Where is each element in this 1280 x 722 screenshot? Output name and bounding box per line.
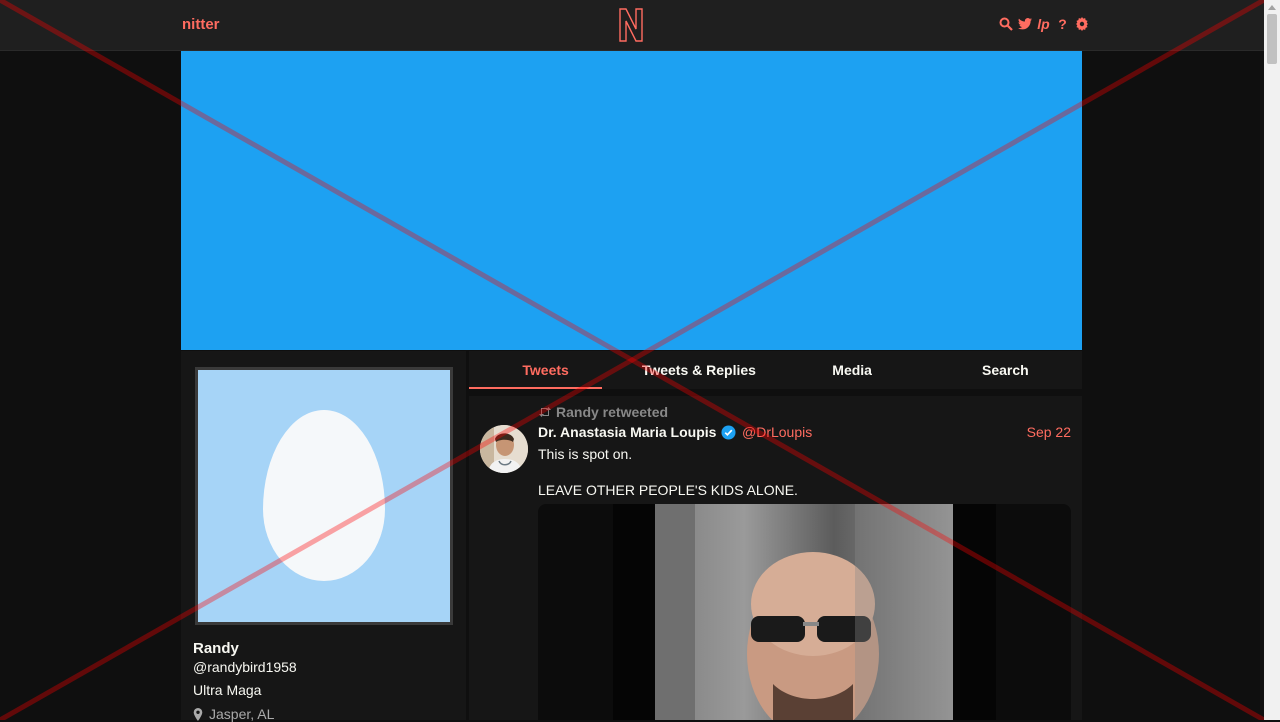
tab-tweets[interactable]: Tweets (469, 351, 622, 389)
tab-tweets-and-replies[interactable]: Tweets & Replies (622, 351, 775, 389)
search-icon[interactable] (998, 16, 1013, 32)
nitter-logo-icon[interactable] (617, 7, 645, 43)
retweet-header-text[interactable]: Randy retweeted (556, 404, 668, 420)
gear-icon[interactable] (1074, 16, 1089, 32)
location-pin-icon (193, 707, 203, 721)
timeline: Randy retweeted Dr. Anastasia Maria Loup… (469, 396, 1082, 720)
profile-fullname: Randy (193, 640, 239, 657)
profile-avatar[interactable] (198, 370, 450, 622)
default-egg-avatar-icon (263, 410, 385, 581)
lp-icon[interactable]: lp (1036, 16, 1051, 32)
scroll-up-icon[interactable] (1264, 0, 1280, 14)
navbar: nitter lp ? (0, 0, 1264, 51)
profile-username[interactable]: @randybird1958 (193, 659, 297, 675)
profile-bio: Ultra Maga (193, 682, 262, 698)
tweet-author-name-text[interactable]: Dr. Anastasia Maria Loupis (538, 424, 716, 440)
brand-link[interactable]: nitter (182, 16, 220, 33)
scroll-thumb[interactable] (1267, 14, 1277, 64)
tweet-media[interactable] (538, 504, 1071, 720)
retweet-header: Randy retweeted (538, 404, 668, 420)
verified-badge-icon (721, 424, 736, 440)
tweet-author-username[interactable]: @DrLoupis (742, 424, 812, 440)
tweet-author-avatar[interactable] (480, 425, 528, 473)
profile-avatar-frame[interactable] (195, 367, 453, 625)
retweet-icon (539, 407, 551, 417)
nav-icons: lp ? (998, 16, 1089, 32)
tweet-date[interactable]: Sep 22 (1027, 424, 1071, 440)
tweet-author-fullname[interactable]: Dr. Anastasia Maria Loupis (538, 424, 736, 440)
help-icon[interactable]: ? (1055, 16, 1070, 32)
tweet-text-line: LEAVE OTHER PEOPLE'S KIDS ALONE. (538, 482, 798, 498)
tab-search[interactable]: Search (929, 351, 1082, 389)
video-frame (655, 504, 953, 720)
tab-media[interactable]: Media (776, 351, 929, 389)
video-thumbnail (655, 504, 953, 720)
tweet-text-line: This is spot on. (538, 446, 633, 462)
tweet-video[interactable] (613, 504, 996, 720)
profile-card: Randy @randybird1958 Ultra Maga Jasper, … (181, 351, 466, 722)
scrollbar[interactable] (1264, 0, 1280, 720)
twitter-bird-icon[interactable] (1017, 16, 1032, 32)
timeline-tabs: Tweets Tweets & Replies Media Search (469, 351, 1082, 389)
profile-banner[interactable] (181, 51, 1082, 350)
author-photo (480, 425, 528, 473)
